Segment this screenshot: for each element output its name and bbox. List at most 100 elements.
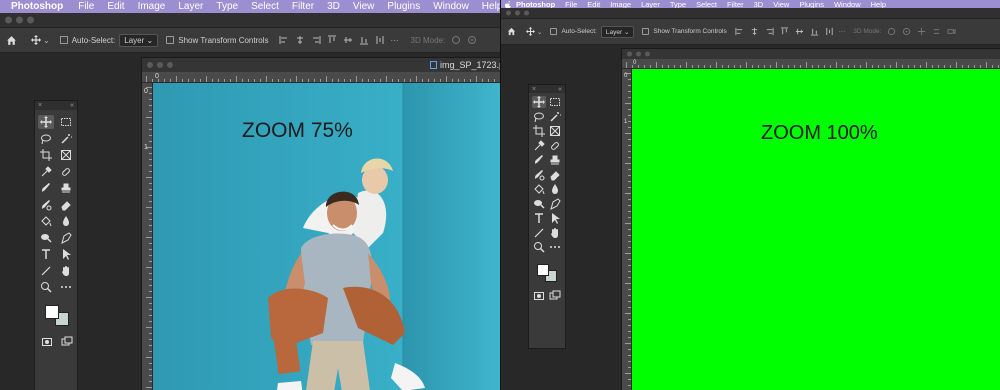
brush-icon[interactable] — [38, 181, 54, 195]
pen-icon[interactable] — [548, 197, 562, 210]
magic-wand-icon[interactable] — [58, 132, 74, 146]
foreground-color-swatch[interactable] — [45, 304, 59, 319]
lasso-icon[interactable] — [532, 111, 546, 123]
blur-icon[interactable] — [58, 214, 74, 228]
align-bottom-icon[interactable] — [359, 35, 369, 45]
distribute-icon[interactable] — [825, 27, 834, 36]
more-options-icon[interactable]: ··· — [839, 28, 846, 35]
auto-select-checkbox[interactable] — [550, 28, 558, 35]
doc-minimize-button[interactable] — [636, 51, 641, 57]
stamp-icon[interactable] — [58, 181, 74, 195]
frame-icon[interactable] — [58, 148, 74, 162]
move-tool-preset-icon[interactable] — [31, 35, 41, 45]
horizontal-ruler[interactable] — [622, 59, 1000, 69]
screen-mode-icon[interactable] — [548, 290, 562, 302]
align-center-icon[interactable] — [750, 27, 759, 36]
paint-bucket-icon[interactable] — [38, 214, 54, 228]
lasso-icon[interactable] — [38, 132, 54, 146]
align-right-icon[interactable] — [311, 35, 321, 45]
horizontal-ruler[interactable] — [142, 72, 500, 83]
history-brush-icon[interactable] — [38, 198, 54, 212]
doc-zoom-button[interactable] — [167, 62, 173, 68]
magic-wand-icon[interactable] — [548, 111, 562, 123]
menu-filter[interactable]: Filter — [292, 1, 314, 12]
apple-icon[interactable] — [504, 0, 512, 8]
frame-icon[interactable] — [548, 125, 562, 137]
crop-icon[interactable] — [532, 125, 546, 137]
doc-close-button[interactable] — [147, 62, 153, 68]
doc-zoom-button[interactable] — [645, 51, 650, 57]
align-middle-icon[interactable] — [795, 27, 804, 36]
more-tools-icon[interactable] — [58, 280, 74, 294]
eraser-icon[interactable] — [548, 169, 562, 181]
align-middle-icon[interactable] — [343, 35, 353, 45]
align-top-icon[interactable] — [780, 27, 789, 36]
menu-file[interactable]: File — [78, 1, 94, 12]
move-tool-preset-icon[interactable] — [526, 27, 535, 36]
move-icon[interactable] — [38, 115, 54, 129]
path-select-icon[interactable] — [548, 212, 562, 224]
menu-select[interactable]: Select — [251, 1, 279, 12]
vertical-ruler[interactable] — [622, 69, 632, 390]
healing-brush-icon[interactable] — [548, 140, 562, 152]
doc-close-button[interactable] — [627, 51, 632, 57]
marquee-icon[interactable] — [548, 96, 562, 108]
close-window-button[interactable] — [506, 10, 511, 16]
transform-controls-checkbox[interactable] — [166, 36, 175, 44]
minimize-window-button[interactable] — [16, 16, 23, 24]
close-panel-icon[interactable]: × — [38, 102, 42, 109]
minimize-window-button[interactable] — [515, 10, 520, 16]
more-tools-icon[interactable] — [548, 241, 562, 253]
align-left-icon[interactable] — [735, 27, 744, 36]
blur-icon[interactable] — [548, 183, 562, 195]
paint-bucket-icon[interactable] — [532, 183, 546, 195]
doc-minimize-button[interactable] — [157, 62, 163, 68]
path-select-icon[interactable] — [58, 247, 74, 261]
pen-icon[interactable] — [58, 231, 74, 245]
eyedropper-icon[interactable] — [38, 165, 54, 179]
align-center-icon[interactable] — [295, 35, 305, 45]
dodge-icon[interactable] — [532, 198, 546, 210]
align-top-icon[interactable] — [327, 35, 337, 45]
zoom-window-button[interactable] — [27, 16, 34, 24]
home-icon[interactable] — [6, 35, 17, 46]
photo-canvas[interactable]: ZOOM 75% — [153, 83, 500, 390]
menu-image[interactable]: Image — [138, 1, 166, 12]
foreground-color-swatch[interactable] — [537, 263, 549, 276]
align-right-icon[interactable] — [765, 27, 774, 36]
zoom-window-button[interactable] — [524, 10, 529, 16]
menu-layer[interactable]: Layer — [178, 1, 203, 12]
history-brush-icon[interactable] — [532, 169, 546, 181]
quick-mask-icon[interactable] — [532, 290, 546, 302]
zoom-icon[interactable] — [38, 280, 54, 294]
type-icon[interactable] — [532, 212, 546, 224]
menu-help[interactable]: Help — [482, 1, 500, 12]
menu-view[interactable]: View — [353, 1, 375, 12]
zoom-icon[interactable] — [532, 241, 546, 253]
dodge-icon[interactable] — [38, 231, 54, 245]
eyedropper-icon[interactable] — [532, 139, 546, 152]
brush-icon[interactable] — [532, 154, 546, 166]
menu-plugins[interactable]: Plugins — [387, 1, 420, 12]
menu-window[interactable]: Window — [433, 1, 469, 12]
auto-select-checkbox[interactable] — [59, 36, 68, 44]
hand-icon[interactable] — [58, 264, 74, 278]
quick-mask-icon[interactable] — [39, 335, 55, 349]
line-icon[interactable] — [38, 264, 54, 278]
auto-select-dropdown[interactable]: Layer ⌄ — [119, 33, 159, 47]
stamp-icon[interactable] — [548, 154, 562, 166]
crop-icon[interactable] — [38, 148, 54, 162]
document-tab[interactable] — [622, 49, 1000, 59]
eraser-icon[interactable] — [58, 198, 74, 212]
menu-3d[interactable]: 3D — [327, 1, 340, 12]
home-icon[interactable] — [507, 27, 516, 36]
align-bottom-icon[interactable] — [810, 27, 819, 36]
collapse-panel-icon[interactable]: « — [70, 102, 74, 109]
healing-brush-icon[interactable] — [58, 165, 74, 179]
screen-mode-icon[interactable] — [59, 335, 75, 349]
transform-controls-checkbox[interactable] — [642, 28, 650, 35]
line-icon[interactable] — [532, 227, 546, 239]
menu-edit[interactable]: Edit — [107, 1, 124, 12]
hand-icon[interactable] — [548, 227, 562, 239]
collapse-panel-icon[interactable]: « — [558, 86, 562, 93]
